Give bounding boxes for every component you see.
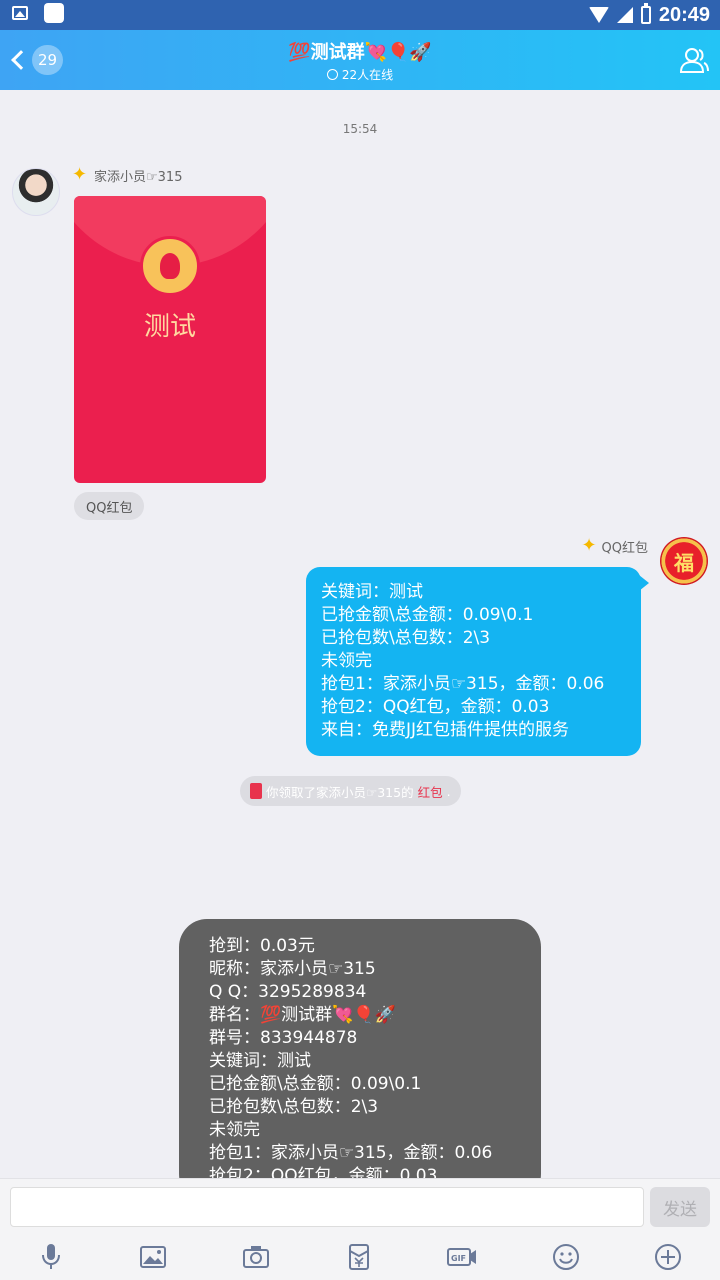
toast-line: Q Q：3295289834 [209,982,367,1002]
bubble-line: 已抢金额\总金额：0.09\0.1 [321,605,534,625]
chat-header: 29 💯测试群💘🎈🚀 22人在线 [0,30,720,90]
signal-icon [616,7,633,23]
red-packet-icon [349,1244,369,1270]
bubble-line: 关键词：测试 [321,582,423,602]
toast-line: 昵称：家添小员☞315 [209,959,376,979]
sender-row: 家添小员☞315 [72,164,183,186]
red-packet-label: 测试 [143,312,196,342]
system-notice: 你领取了家添小员☞315的 红包. [240,776,461,806]
person-icon [679,48,709,73]
send-button[interactable]: 发送 [650,1187,710,1227]
title-block[interactable]: 💯测试群💘🎈🚀 22人在线 [160,38,560,83]
toast-line: 已抢金额\总金额：0.09\0.1 [209,1074,422,1094]
toast-line: 群号：833944878 [209,1028,358,1048]
smiley-icon [553,1244,579,1270]
input-toolbar: GIF [0,1239,720,1279]
more-button[interactable] [650,1239,686,1275]
bot-avatar[interactable]: 福 [660,537,708,585]
red-packet-card[interactable]: 测试 [74,196,266,483]
online-status-icon [326,69,338,80]
member-badge-icon [72,164,90,185]
image-icon [140,1246,166,1268]
red-packet-button[interactable] [341,1239,377,1275]
penguin-icon [160,253,180,279]
back-button[interactable]: 29 [8,44,64,76]
message-input[interactable] [10,1187,644,1227]
gif-button[interactable]: GIF [444,1239,480,1275]
sender-row-right: QQ红包 [582,535,648,557]
online-count: 22人在线 [341,68,394,82]
grab-result-toast: 抢到：0.03元 昵称：家添小员☞315 Q Q：3295289834 群名：💯… [179,919,541,1202]
camera-icon [243,1246,269,1268]
notice-suffix: . [446,783,451,799]
sender-name: 家添小员☞315 [94,170,183,185]
group-title: 💯测试群💘🎈🚀 [288,42,432,63]
bubble-line: 抢包2：QQ红包，金额：0.03 [321,697,550,717]
gallery-notification-icon [12,6,28,20]
bubble-line: 来自：免费JJ红包插件提供的服务 [321,720,570,740]
image-button[interactable] [135,1239,171,1275]
group-members-button[interactable] [678,44,710,76]
unread-count-badge: 29 [32,45,64,75]
message-bubble[interactable]: 关键词：测试 已抢金额\总金额：0.09\0.1 已抢包数\总包数：2\3 未领… [306,567,649,756]
sender-avatar[interactable] [12,168,60,216]
battery-icon [640,3,651,24]
status-bar: 20:49 [0,0,720,30]
toast-line: 未领完 [209,1120,260,1140]
toast-line: 群名：💯测试群💘🎈🚀 [209,1005,396,1025]
red-packet-link[interactable]: 红包 [418,782,443,801]
app-notification-icon [44,3,64,23]
input-bar: 发送 GIF [0,1178,720,1280]
toast-line: 关键词：测试 [209,1051,311,1071]
red-packet-icon [250,783,262,799]
microphone-icon [42,1244,60,1269]
svg-text:GIF: GIF [451,1254,466,1263]
chevron-left-icon [11,50,31,70]
plus-circle-icon [655,1244,681,1270]
voice-button[interactable] [33,1239,69,1275]
bubble-line: 抢包1：家添小员☞315，金额：0.06 [321,674,605,694]
toast-line: 抢包1：家添小员☞315，金额：0.06 [209,1143,493,1163]
gif-icon: GIF [447,1248,476,1266]
red-packet-tag: QQ红包 [74,492,145,520]
wifi-icon [588,7,609,23]
notice-text: 你领取了家添小员☞315的 [266,784,414,800]
status-time: 20:49 [658,3,710,26]
emoji-button[interactable] [548,1239,584,1275]
message-timestamp: 15:54 [342,122,378,136]
camera-button[interactable] [238,1239,274,1275]
bubble-line: 未领完 [321,651,372,671]
toast-line: 抢到：0.03元 [209,936,315,956]
bubble-line: 已抢包数\总包数：2\3 [321,628,491,648]
toast-line: 已抢包数\总包数：2\3 [209,1097,379,1117]
member-badge-icon [582,535,600,556]
sender-name-right: QQ红包 [601,541,648,556]
red-packet-seal [140,236,200,296]
